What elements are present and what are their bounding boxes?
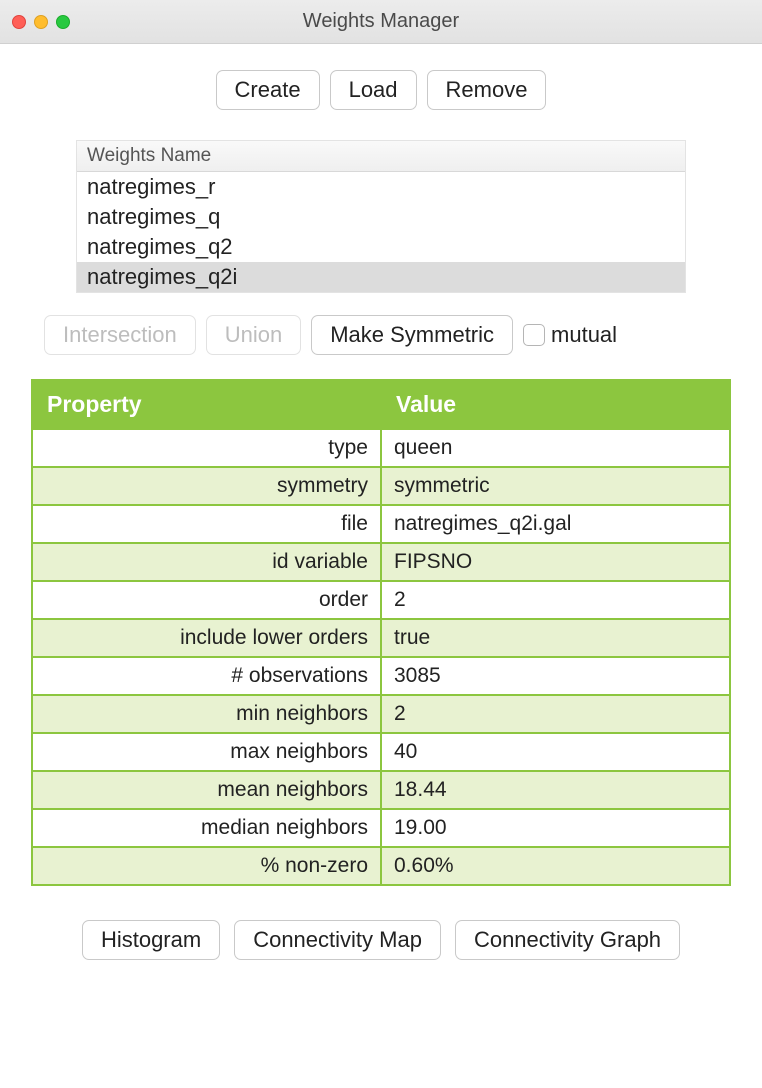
weights-list-item[interactable]: natregimes_q bbox=[77, 202, 685, 232]
property-value: 19.00 bbox=[381, 809, 730, 847]
bottom-button-row: Histogram Connectivity Map Connectivity … bbox=[30, 920, 732, 960]
window-title: Weights Manager bbox=[0, 10, 762, 33]
properties-table: Property Value typequeensymmetrysymmetri… bbox=[31, 379, 731, 886]
properties-header-property: Property bbox=[32, 380, 381, 429]
property-key: median neighbors bbox=[32, 809, 381, 847]
property-row: order2 bbox=[32, 581, 730, 619]
weights-list: Weights Name natregimes_rnatregimes_qnat… bbox=[76, 140, 686, 293]
property-value: natregimes_q2i.gal bbox=[381, 505, 730, 543]
property-value: true bbox=[381, 619, 730, 657]
remove-button[interactable]: Remove bbox=[427, 70, 547, 110]
load-button[interactable]: Load bbox=[330, 70, 417, 110]
property-row: symmetrysymmetric bbox=[32, 467, 730, 505]
mutual-label: mutual bbox=[551, 322, 617, 348]
property-key: type bbox=[32, 429, 381, 467]
weights-list-item[interactable]: natregimes_q2 bbox=[77, 232, 685, 262]
property-value: 0.60% bbox=[381, 847, 730, 885]
create-button[interactable]: Create bbox=[216, 70, 320, 110]
property-key: id variable bbox=[32, 543, 381, 581]
weights-list-item[interactable]: natregimes_r bbox=[77, 172, 685, 202]
property-row: # observations3085 bbox=[32, 657, 730, 695]
connectivity-graph-button[interactable]: Connectivity Graph bbox=[455, 920, 680, 960]
weights-list-header: Weights Name bbox=[77, 141, 685, 172]
property-key: min neighbors bbox=[32, 695, 381, 733]
property-key: file bbox=[32, 505, 381, 543]
property-value: 40 bbox=[381, 733, 730, 771]
property-row: filenatregimes_q2i.gal bbox=[32, 505, 730, 543]
make-symmetric-button[interactable]: Make Symmetric bbox=[311, 315, 513, 355]
minimize-icon[interactable] bbox=[34, 15, 48, 29]
property-row: typequeen bbox=[32, 429, 730, 467]
intersection-button[interactable]: Intersection bbox=[44, 315, 196, 355]
property-row: max neighbors40 bbox=[32, 733, 730, 771]
property-key: order bbox=[32, 581, 381, 619]
property-row: include lower orderstrue bbox=[32, 619, 730, 657]
mutual-checkbox-wrap[interactable]: mutual bbox=[523, 322, 617, 348]
property-key: % non-zero bbox=[32, 847, 381, 885]
traffic-lights bbox=[12, 15, 70, 29]
top-button-row: Create Load Remove bbox=[30, 70, 732, 110]
property-key: include lower orders bbox=[32, 619, 381, 657]
property-value: 18.44 bbox=[381, 771, 730, 809]
ops-row: Intersection Union Make Symmetric mutual bbox=[44, 315, 732, 355]
property-value: queen bbox=[381, 429, 730, 467]
property-value: 2 bbox=[381, 581, 730, 619]
property-key: # observations bbox=[32, 657, 381, 695]
property-row: % non-zero0.60% bbox=[32, 847, 730, 885]
maximize-icon[interactable] bbox=[56, 15, 70, 29]
titlebar: Weights Manager bbox=[0, 0, 762, 44]
property-value: 2 bbox=[381, 695, 730, 733]
property-value: 3085 bbox=[381, 657, 730, 695]
property-row: id variableFIPSNO bbox=[32, 543, 730, 581]
properties-header-value: Value bbox=[381, 380, 730, 429]
property-key: mean neighbors bbox=[32, 771, 381, 809]
property-value: symmetric bbox=[381, 467, 730, 505]
property-row: mean neighbors18.44 bbox=[32, 771, 730, 809]
close-icon[interactable] bbox=[12, 15, 26, 29]
connectivity-map-button[interactable]: Connectivity Map bbox=[234, 920, 441, 960]
property-value: FIPSNO bbox=[381, 543, 730, 581]
mutual-checkbox[interactable] bbox=[523, 324, 545, 346]
union-button[interactable]: Union bbox=[206, 315, 301, 355]
property-key: symmetry bbox=[32, 467, 381, 505]
histogram-button[interactable]: Histogram bbox=[82, 920, 220, 960]
property-key: max neighbors bbox=[32, 733, 381, 771]
property-row: min neighbors2 bbox=[32, 695, 730, 733]
property-row: median neighbors19.00 bbox=[32, 809, 730, 847]
weights-list-item[interactable]: natregimes_q2i bbox=[77, 262, 685, 292]
